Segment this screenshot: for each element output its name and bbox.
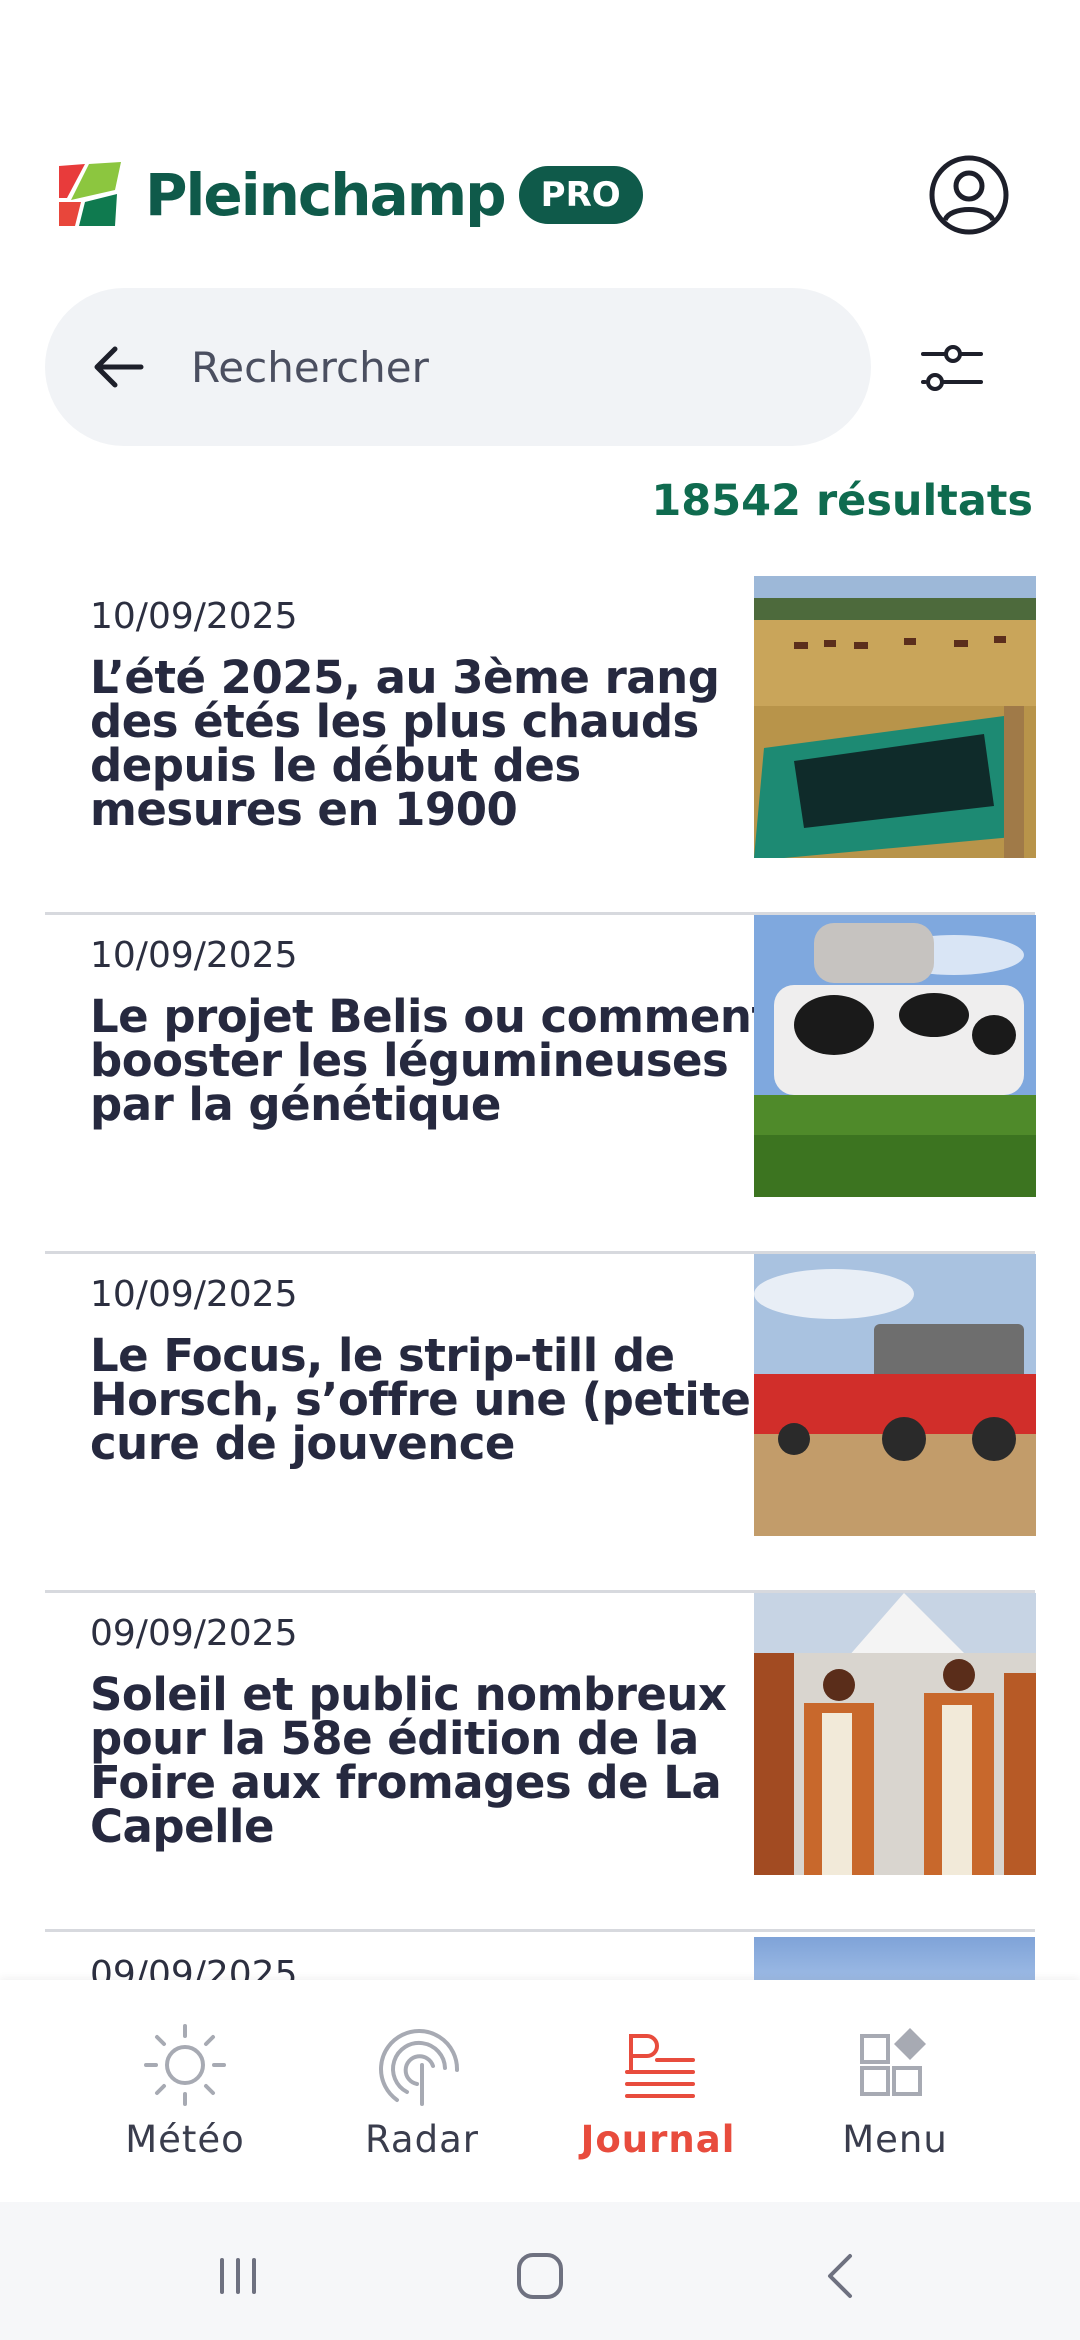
user-circle-icon[interactable] xyxy=(928,154,1010,236)
article-item[interactable]: 10/09/2025 L’été 2025, au 3ème rang des … xyxy=(45,576,1036,915)
article-item[interactable]: 10/09/2025 Le projet Belis ou comment bo… xyxy=(45,915,1036,1254)
results-count: 18542 résultats xyxy=(651,476,1033,526)
system-navigation-bar xyxy=(0,2202,1080,2340)
article-thumbnail[interactable] xyxy=(754,1937,1035,1982)
nav-item-meteo[interactable]: Météo xyxy=(65,1980,305,2202)
article-title[interactable]: Le projet Belis ou comment booster les l… xyxy=(90,994,780,1127)
article-thumbnail[interactable] xyxy=(754,915,1036,1197)
nav-item-menu[interactable]: Menu xyxy=(775,1980,1015,2202)
article-title[interactable]: Le Focus, le strip-till de Horsch, s’off… xyxy=(90,1333,780,1466)
back-nav-icon[interactable] xyxy=(812,2246,872,2306)
article-date: 09/09/2025 xyxy=(90,1954,298,1982)
radar-icon xyxy=(379,2029,460,2106)
nav-label: Menu xyxy=(842,2118,948,2161)
newspaper-icon xyxy=(625,2034,695,2098)
article-title[interactable]: L’été 2025, au 3ème rang des étés les pl… xyxy=(90,655,780,832)
article-date: 10/09/2025 xyxy=(90,935,298,976)
article-date: 10/09/2025 xyxy=(90,596,298,637)
grid-menu-icon xyxy=(860,2028,926,2096)
bottom-navigation: Météo Radar Journal Menu xyxy=(0,1980,1080,2202)
article-item-partial[interactable]: 09/09/2025 xyxy=(45,1932,1035,1982)
status-bar-area xyxy=(0,0,1080,130)
article-title[interactable]: Soleil et public nombreux pour la 58e éd… xyxy=(90,1672,780,1849)
nav-item-radar[interactable]: Radar xyxy=(302,1980,542,2202)
sliders-icon[interactable] xyxy=(915,328,995,408)
article-thumbnail[interactable] xyxy=(754,1593,1036,1875)
article-date: 09/09/2025 xyxy=(90,1613,298,1654)
article-item[interactable]: 09/09/2025 Soleil et public nombreux pou… xyxy=(45,1593,1036,1932)
article-list: 10/09/2025 L’été 2025, au 3ème rang des … xyxy=(45,576,1036,1932)
nav-label: Journal xyxy=(580,2118,736,2161)
nav-label: Radar xyxy=(365,2118,479,2161)
pro-badge: PRO xyxy=(518,166,643,224)
nav-label: Météo xyxy=(125,2118,245,2161)
search-row xyxy=(45,288,1045,446)
nav-item-journal[interactable]: Journal xyxy=(538,1980,778,2202)
search-input[interactable] xyxy=(191,288,831,446)
article-thumbnail[interactable] xyxy=(754,576,1036,858)
article-thumbnail[interactable] xyxy=(754,1254,1036,1536)
article-item[interactable]: 10/09/2025 Le Focus, le strip-till de Ho… xyxy=(45,1254,1036,1593)
home-icon[interactable] xyxy=(510,2246,570,2306)
arrow-left-icon[interactable] xyxy=(85,333,153,401)
sun-icon xyxy=(144,2024,226,2106)
leaf-logo-icon xyxy=(59,162,121,226)
search-box xyxy=(45,288,871,446)
recent-apps-icon[interactable] xyxy=(208,2246,268,2306)
app-header: Pleinchamp PRO xyxy=(0,130,1080,260)
article-date: 10/09/2025 xyxy=(90,1274,298,1315)
app-logo: Pleinchamp PRO xyxy=(55,160,643,230)
brand-name: Pleinchamp xyxy=(145,161,507,229)
